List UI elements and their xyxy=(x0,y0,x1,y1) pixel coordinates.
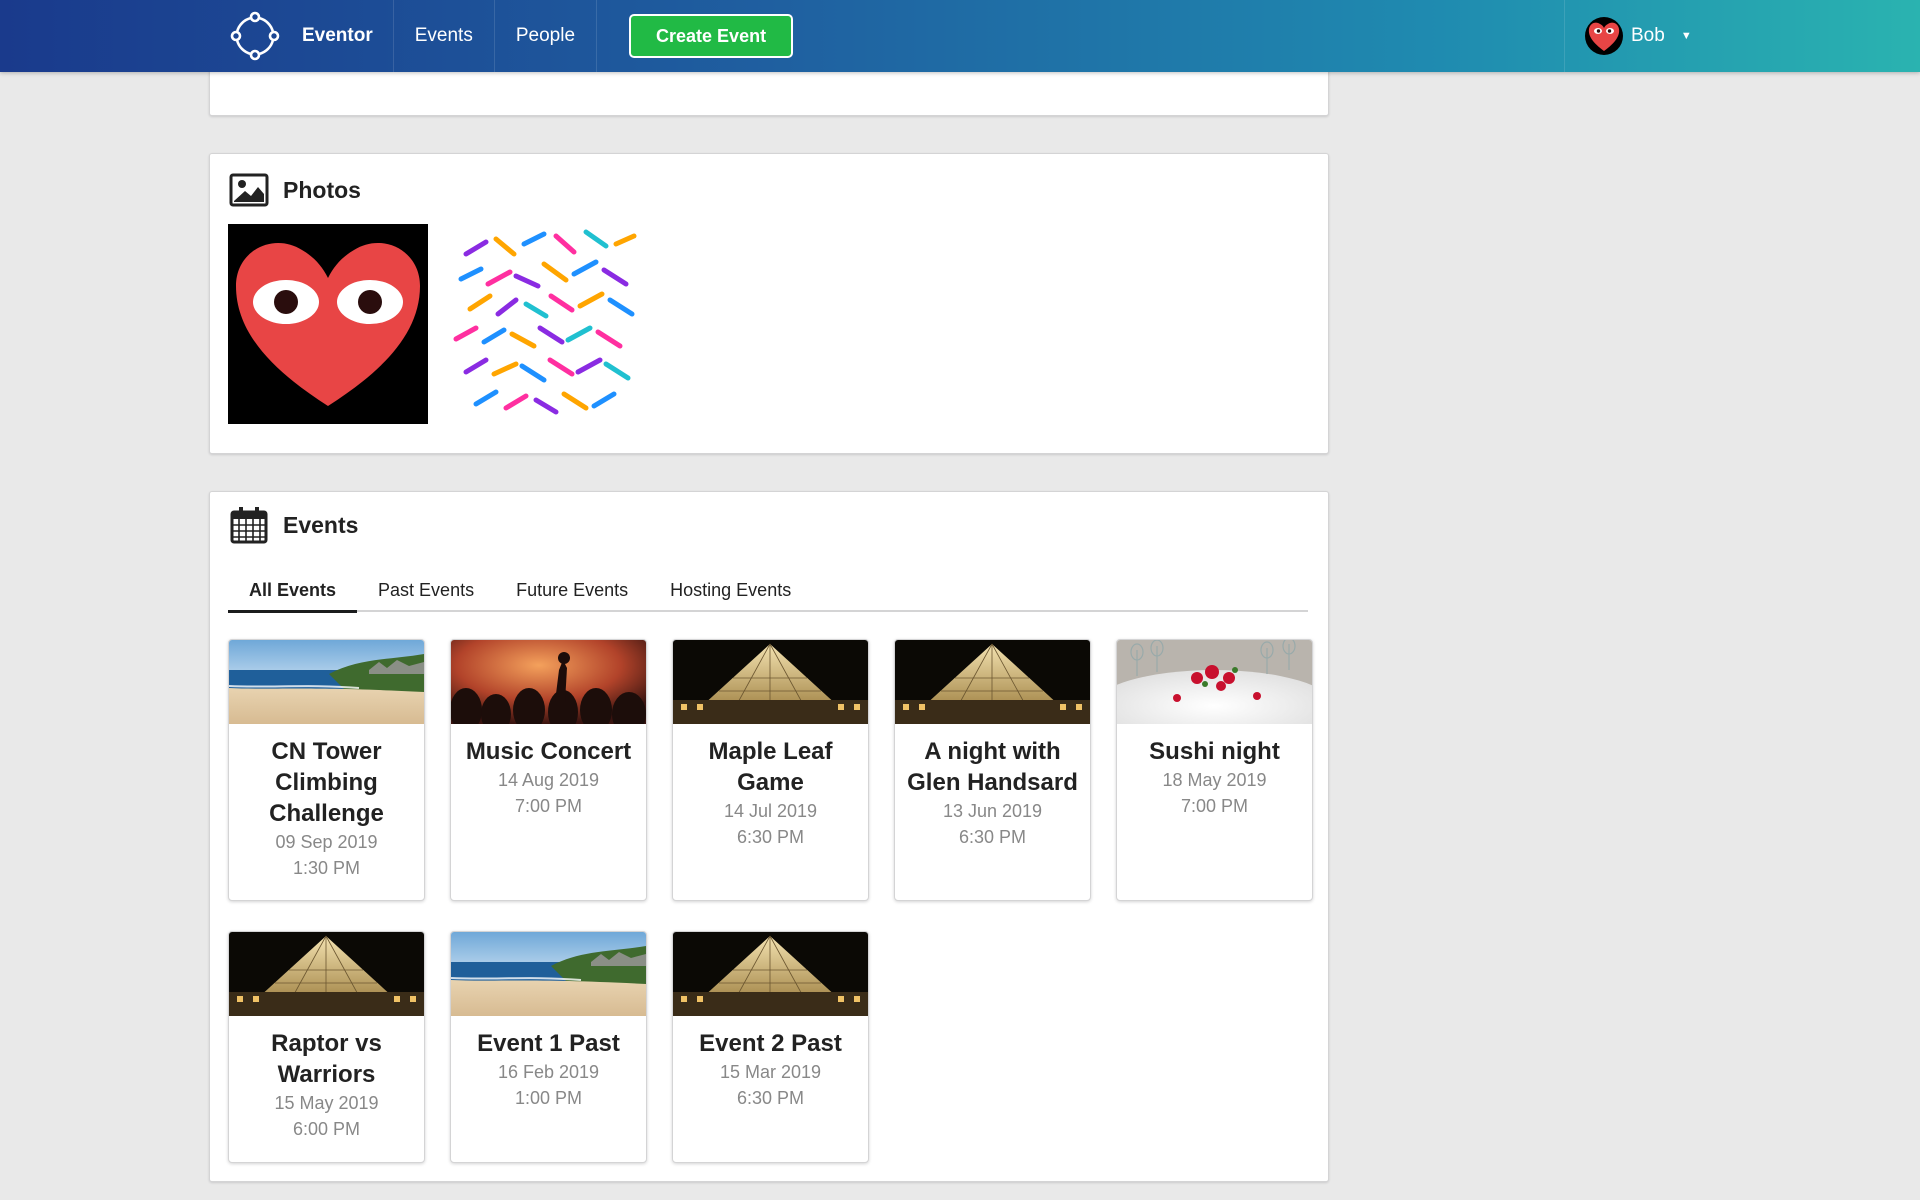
event-card[interactable]: Sushi night 18 May 2019 7:00 PM xyxy=(1116,639,1313,901)
event-time: 6:30 PM xyxy=(736,827,805,847)
event-time: 7:00 PM xyxy=(1180,796,1249,816)
photos-header: Photos xyxy=(229,170,361,210)
event-date: 15 Mar 2019 xyxy=(719,1062,822,1082)
event-card[interactable]: Event 1 Past 16 Feb 2019 1:00 PM xyxy=(450,931,647,1163)
event-image-dinner xyxy=(1117,640,1312,724)
photo-thumbnail[interactable] xyxy=(228,224,428,424)
event-image-pyramid xyxy=(673,640,868,724)
events-header: Events xyxy=(229,505,358,545)
tab-hosting-events[interactable]: Hosting Events xyxy=(649,570,812,610)
event-time: 6:30 PM xyxy=(958,827,1027,847)
event-card[interactable]: A night with Glen Handsard 13 Jun 2019 6… xyxy=(894,639,1091,901)
tab-all-events[interactable]: All Events xyxy=(228,570,358,613)
events-tabs: All Events Past Events Future Events Hos… xyxy=(228,570,1308,613)
event-card[interactable]: Raptor vs Warriors 15 May 2019 6:00 PM xyxy=(228,931,425,1163)
nav-item-events[interactable]: Events xyxy=(394,0,495,72)
tab-future-events[interactable]: Future Events xyxy=(495,570,649,610)
chevron-down-icon: ▼ xyxy=(1680,30,1692,42)
event-card[interactable]: Maple Leaf Game 14 Jul 2019 6:30 PM xyxy=(672,639,869,901)
nav-item-people[interactable]: People xyxy=(495,0,598,72)
tab-past-events[interactable]: Past Events xyxy=(357,570,495,610)
event-image-beach xyxy=(451,932,646,1016)
event-card[interactable]: Event 2 Past 15 Mar 2019 6:30 PM xyxy=(672,931,869,1163)
event-date: 15 May 2019 xyxy=(274,1093,379,1113)
event-title: CN Tower Climbing Challenge xyxy=(269,738,384,827)
event-title: A night with Glen Handsard xyxy=(907,738,1078,796)
event-date: 16 Feb 2019 xyxy=(497,1062,600,1082)
event-title: Music Concert xyxy=(465,738,632,765)
event-time: 6:00 PM xyxy=(292,1119,361,1139)
image-icon xyxy=(229,173,269,207)
calendar-icon xyxy=(230,507,268,544)
user-name: Bob xyxy=(1631,25,1665,46)
event-title: Event 2 Past xyxy=(699,1030,842,1057)
event-card[interactable]: Music Concert 14 Aug 2019 7:00 PM xyxy=(450,639,647,901)
event-date: 18 May 2019 xyxy=(1162,770,1267,790)
photos-segment: Photos xyxy=(209,153,1329,454)
user-menu[interactable]: Bob ▼ xyxy=(1564,0,1741,72)
event-title: Maple Leaf Game xyxy=(708,738,833,796)
eventor-logo-icon xyxy=(230,11,280,61)
photo-thumbnail[interactable] xyxy=(446,224,646,424)
event-title: Raptor vs Warriors xyxy=(271,1030,382,1088)
event-date: 14 Jul 2019 xyxy=(723,801,818,821)
top-navigation-bar: Eventor Events People Create Event Bob ▼ xyxy=(0,0,1920,72)
nav-inner: Eventor Events People Create Event xyxy=(210,0,794,72)
event-title: Event 1 Past xyxy=(477,1030,620,1057)
create-event-button[interactable]: Create Event xyxy=(629,14,794,58)
event-card[interactable]: CN Tower Climbing Challenge 09 Sep 2019 … xyxy=(228,639,425,901)
event-time: 1:00 PM xyxy=(514,1088,583,1108)
photos-title: Photos xyxy=(283,176,361,203)
brand-name: Eventor xyxy=(302,25,373,46)
event-title: Sushi night xyxy=(1149,738,1280,765)
events-segment: Events All Events Past Events Future Eve… xyxy=(209,491,1329,1182)
event-date: 09 Sep 2019 xyxy=(275,832,378,852)
event-image-pyramid xyxy=(229,932,424,1016)
event-image-beach xyxy=(229,640,424,724)
events-title: Events xyxy=(283,511,359,538)
avatar xyxy=(1585,17,1623,55)
event-time: 1:30 PM xyxy=(292,858,361,878)
brand-link[interactable]: Eventor xyxy=(210,0,394,72)
event-time: 6:30 PM xyxy=(736,1088,805,1108)
event-time: 7:00 PM xyxy=(514,796,583,816)
event-image-pyramid xyxy=(895,640,1090,724)
event-date: 13 Jun 2019 xyxy=(942,801,1043,821)
event-date: 14 Aug 2019 xyxy=(497,770,600,790)
event-image-pyramid xyxy=(673,932,868,1016)
event-image-concert xyxy=(451,640,646,724)
